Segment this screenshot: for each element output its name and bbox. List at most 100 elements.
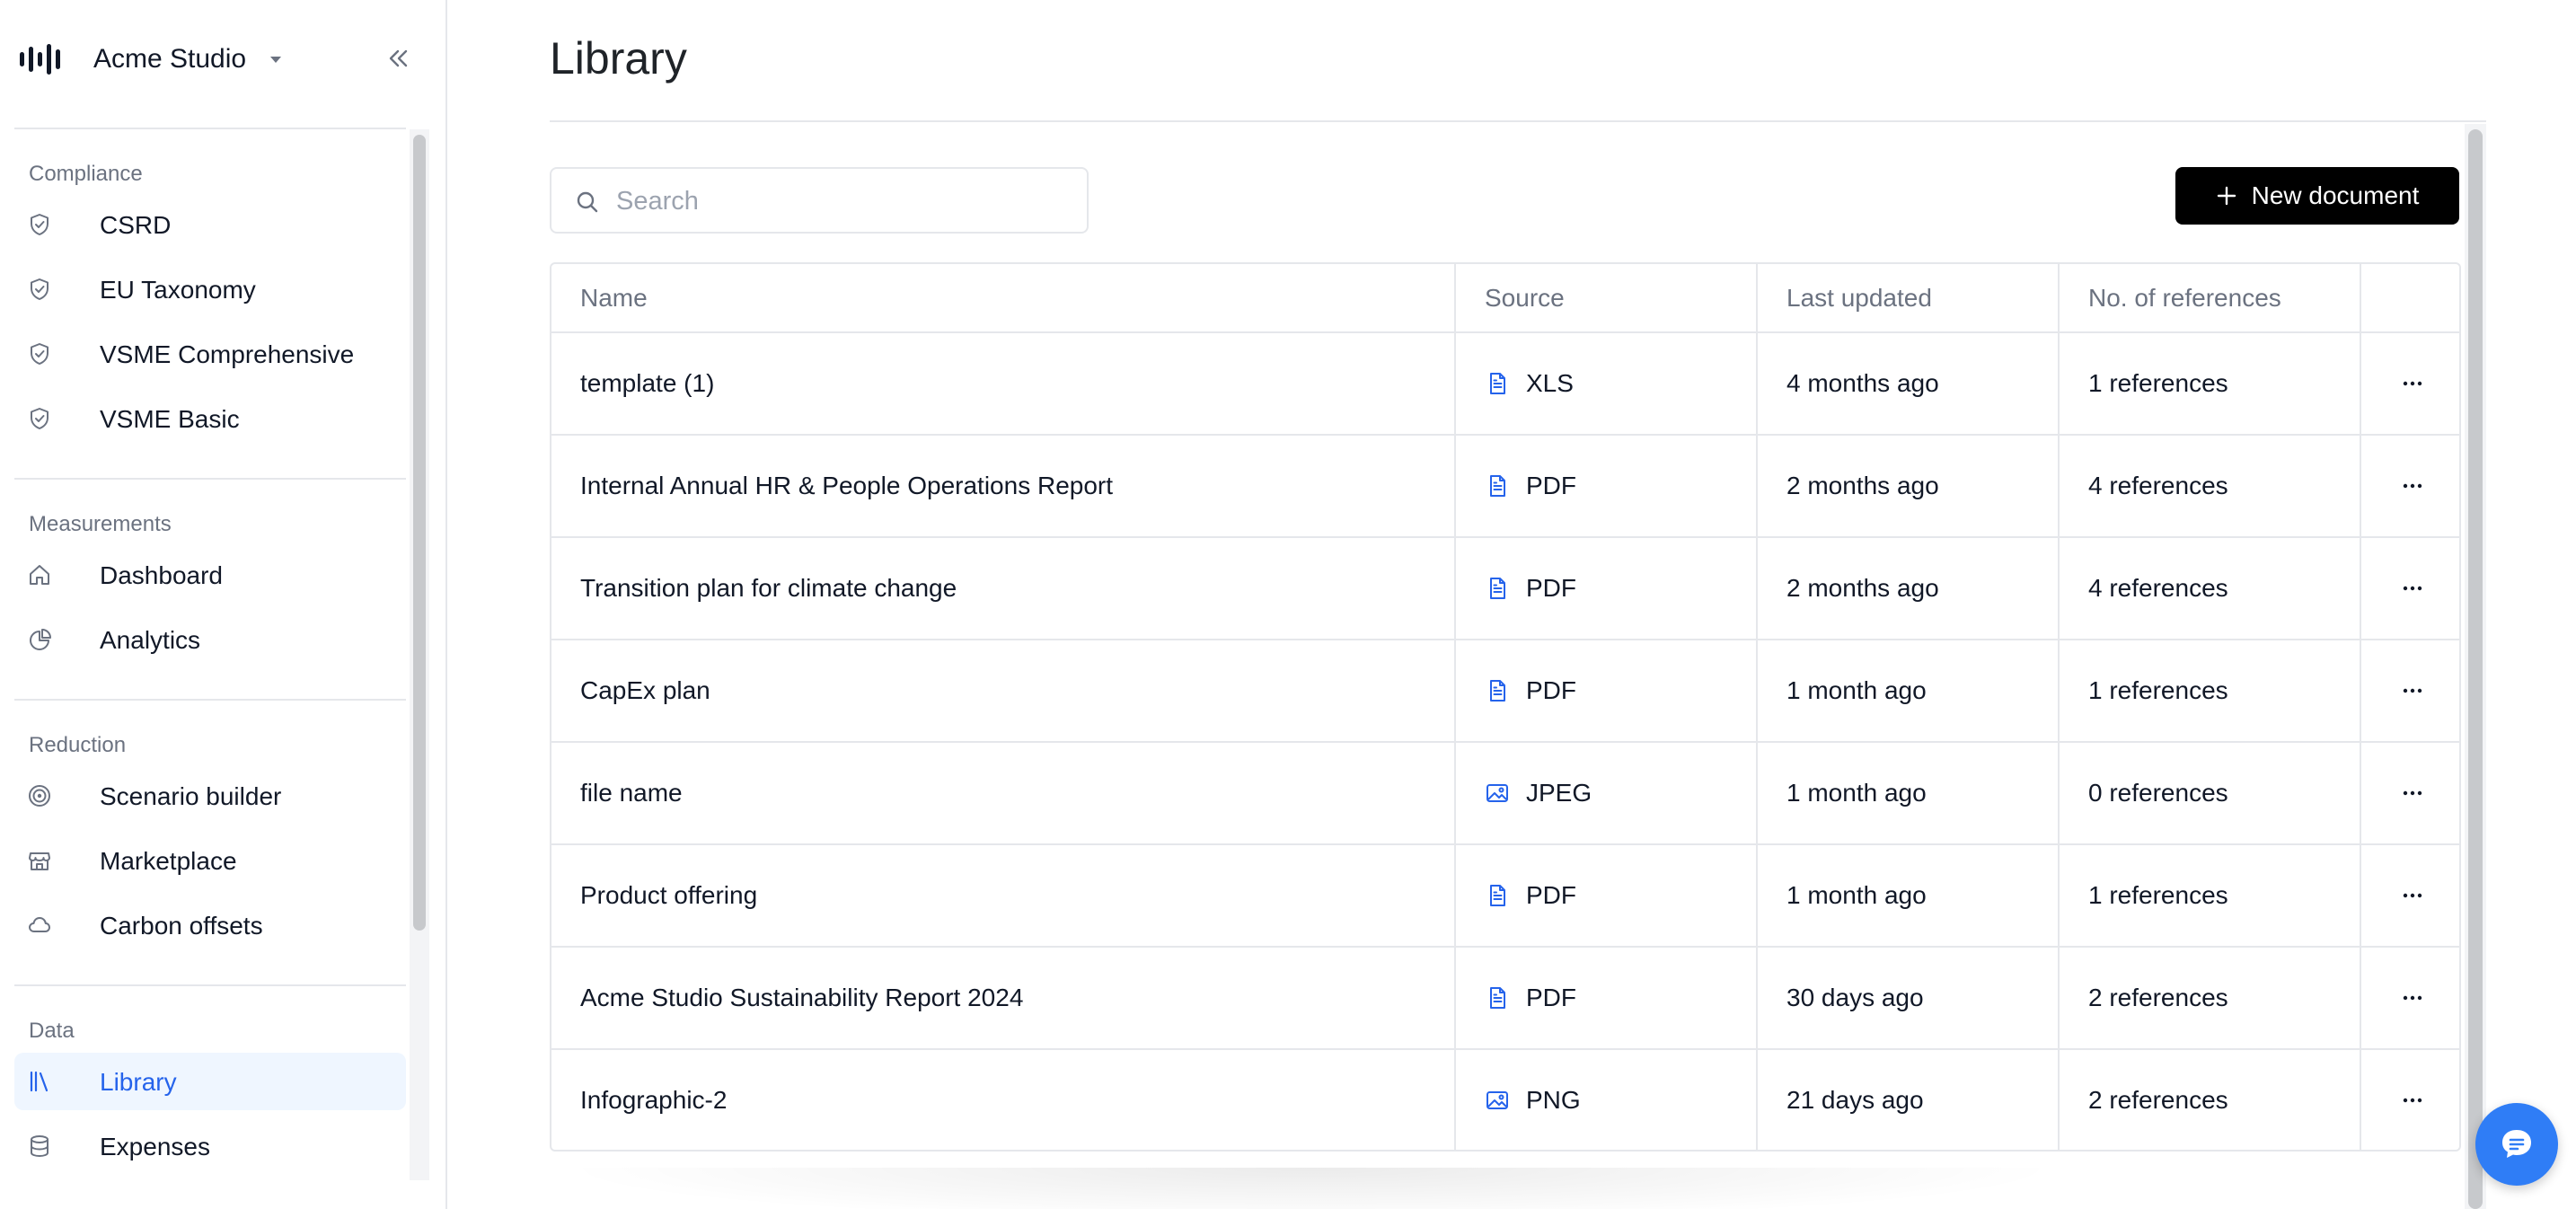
file-text-icon xyxy=(1490,475,1505,497)
cell-name[interactable]: Product offering xyxy=(551,844,1456,948)
sidebar-item-scenario-builder[interactable]: Scenario builder xyxy=(14,767,406,825)
section-title-data: Data xyxy=(29,1019,75,1043)
sidebar-item-carbon-offsets[interactable]: Carbon offsets xyxy=(14,896,406,954)
row-actions-button[interactable] xyxy=(2393,1081,2432,1120)
cell-source: PDF xyxy=(1455,844,1758,948)
column-header-actions xyxy=(2360,264,2459,333)
brand-logo-icon xyxy=(20,44,60,75)
sidebar-item-vsme-basic[interactable]: VSME Basic xyxy=(14,390,406,447)
table-row[interactable]: Acme Studio Sustainability Report 2024 PD… xyxy=(551,947,2459,1050)
shield-check-icon xyxy=(31,343,49,365)
file-text-icon xyxy=(1490,578,1505,599)
table-row[interactable]: Transition plan for climate change PDF 2 m… xyxy=(551,537,2459,640)
cell-actions xyxy=(2360,537,2459,640)
sidebar: Acme Studio Compliance CSRD EU Taxonomy … xyxy=(0,0,447,1209)
cell-references: 4 references xyxy=(2059,537,2361,640)
column-header-last-updated[interactable]: Last updated xyxy=(1757,264,2060,333)
cell-references: 2 references xyxy=(2059,947,2361,1050)
row-actions-button[interactable] xyxy=(2393,466,2432,506)
cell-actions xyxy=(2360,1049,2459,1150)
sidebar-item-csrd[interactable]: CSRD xyxy=(14,196,406,253)
main-scrollbar-thumb[interactable] xyxy=(2468,129,2483,1209)
image-icon xyxy=(1486,784,1508,802)
database-icon xyxy=(31,1135,49,1158)
sidebar-item-label: Expenses xyxy=(100,1133,210,1160)
cell-references: 4 references xyxy=(2059,435,2361,538)
shield-check-icon xyxy=(31,214,49,235)
sidebar-item-label: VSME Basic xyxy=(100,405,240,433)
cell-last-updated: 2 months ago xyxy=(1757,537,2060,640)
cell-source: PDF xyxy=(1455,640,1758,743)
cell-name[interactable]: Transition plan for climate change xyxy=(551,537,1456,640)
cell-last-updated: 1 month ago xyxy=(1757,844,2060,948)
sidebar-item-analytics[interactable]: Analytics xyxy=(14,611,406,668)
more-horizontal-icon xyxy=(2403,893,2422,898)
cell-actions xyxy=(2360,640,2459,743)
search-box[interactable] xyxy=(550,167,1089,234)
cell-name[interactable]: Acme Studio Sustainability Report 2024 xyxy=(551,947,1456,1050)
sidebar-item-vsme-comprehensive[interactable]: VSME Comprehensive xyxy=(14,325,406,383)
section-title-measurements: Measurements xyxy=(29,512,172,536)
file-text-icon xyxy=(1490,987,1505,1009)
search-input[interactable] xyxy=(616,183,1065,219)
cell-name[interactable]: Internal Annual HR & People Operations R… xyxy=(551,435,1456,538)
library-icon xyxy=(30,1071,49,1092)
more-horizontal-icon xyxy=(2403,1098,2422,1103)
sidebar-scrollbar-thumb[interactable] xyxy=(413,135,426,931)
target-icon xyxy=(29,785,50,807)
chat-support-button[interactable] xyxy=(2475,1103,2558,1186)
table-row[interactable]: template (1) XLS 4 months ago 1 references xyxy=(551,332,2459,436)
row-actions-button[interactable] xyxy=(2393,876,2432,915)
row-actions-button[interactable] xyxy=(2393,569,2432,608)
table-row[interactable]: Infographic-2 PNG 21 days ago 2 references xyxy=(551,1049,2459,1150)
divider xyxy=(14,699,406,701)
cell-actions xyxy=(2360,742,2459,845)
sidebar-item-expenses[interactable]: Expenses xyxy=(14,1117,406,1175)
workspace-switcher[interactable]: Acme Studio xyxy=(20,36,286,83)
column-header-references[interactable]: No. of references xyxy=(2059,264,2361,333)
cell-name[interactable]: template (1) xyxy=(551,332,1456,436)
collapse-sidebar-icon[interactable] xyxy=(383,43,413,74)
more-horizontal-icon xyxy=(2403,483,2422,489)
table-row[interactable]: CapEx plan PDF 1 month ago 1 references xyxy=(551,640,2459,743)
table-row[interactable]: Internal Annual HR & People Operations R… xyxy=(551,435,2459,538)
cell-name[interactable]: file name xyxy=(551,742,1456,845)
sidebar-item-eu-taxonomy[interactable]: EU Taxonomy xyxy=(14,260,406,318)
shield-check-icon xyxy=(31,278,49,300)
sidebar-item-label: VSME Comprehensive xyxy=(100,340,355,368)
sidebar-item-label: Scenario builder xyxy=(100,782,282,810)
source-label: PDF xyxy=(1526,676,1576,704)
cell-name[interactable]: CapEx plan xyxy=(551,640,1456,743)
sidebar-item-label: Marketplace xyxy=(100,847,237,875)
more-horizontal-icon xyxy=(2403,790,2422,796)
pie-chart-icon xyxy=(30,629,51,650)
table-row[interactable]: file name JPEG 1 month ago 0 references xyxy=(551,742,2459,845)
sidebar-item-library[interactable]: Library xyxy=(14,1053,406,1110)
cell-source: PDF xyxy=(1455,947,1758,1050)
column-header-source[interactable]: Source xyxy=(1455,264,1758,333)
cloud-icon xyxy=(29,917,50,932)
cell-last-updated: 1 month ago xyxy=(1757,742,2060,845)
file-text-icon xyxy=(1490,885,1505,906)
documents-table: Name Source Last updated No. of referenc… xyxy=(550,262,2461,1152)
cell-name[interactable]: Infographic-2 xyxy=(551,1049,1456,1150)
home-icon xyxy=(30,565,49,585)
image-icon xyxy=(1486,1091,1508,1109)
cell-references: 2 references xyxy=(2059,1049,2361,1150)
cell-last-updated: 2 months ago xyxy=(1757,435,2060,538)
more-horizontal-icon xyxy=(2403,688,2422,693)
new-document-button[interactable]: New document xyxy=(2175,167,2459,225)
sidebar-item-dashboard[interactable]: Dashboard xyxy=(14,546,406,604)
table-row[interactable]: Product offering PDF 1 month ago 1 referenc… xyxy=(551,844,2459,948)
cell-last-updated: 1 month ago xyxy=(1757,640,2060,743)
sidebar-item-marketplace[interactable]: Marketplace xyxy=(14,832,406,889)
source-label: XLS xyxy=(1526,369,1574,397)
row-actions-button[interactable] xyxy=(2393,773,2432,813)
row-actions-button[interactable] xyxy=(2393,364,2432,403)
column-header-name[interactable]: Name xyxy=(551,264,1456,333)
source-label: PDF xyxy=(1526,472,1576,499)
sidebar-item-label: Carbon offsets xyxy=(100,912,263,940)
row-actions-button[interactable] xyxy=(2393,671,2432,710)
cell-source: JPEG xyxy=(1455,742,1758,845)
row-actions-button[interactable] xyxy=(2393,978,2432,1018)
